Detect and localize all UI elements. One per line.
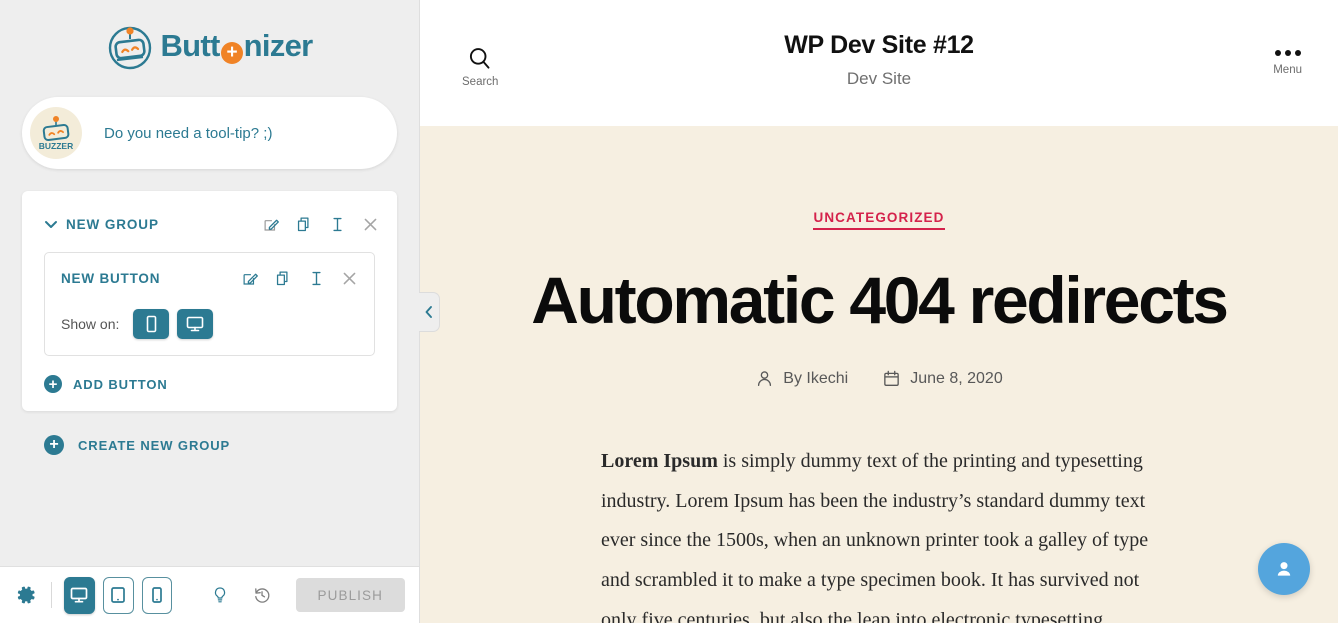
buzzer-robot-icon: BUZZER (39, 116, 73, 151)
show-on-row: Show on: (61, 309, 358, 339)
collapse-panel-handle[interactable] (419, 292, 440, 332)
person-icon (758, 371, 772, 387)
ellipsis-icon (1274, 50, 1301, 56)
edit-icon[interactable] (263, 216, 280, 233)
chevron-left-icon (425, 306, 432, 318)
post-body: Lorem Ipsum is simply dummy text of the … (601, 442, 1157, 623)
lightbulb-icon[interactable] (211, 584, 229, 606)
post-article: UNCATEGORIZED Automatic 404 redirects By… (420, 126, 1338, 623)
post-meta: By Ikechi June 8, 2020 (420, 369, 1338, 388)
editor-toolbar: PUBLISH (0, 566, 419, 623)
close-icon[interactable] (341, 270, 358, 287)
mobile-icon (146, 315, 157, 333)
mobile-icon (152, 587, 162, 603)
toolbar-device-mobile[interactable] (141, 576, 173, 614)
search-button[interactable]: Search (462, 45, 498, 88)
post-body-text: is simply dummy text of the printing and… (601, 450, 1149, 623)
menu-button[interactable]: Menu (1273, 50, 1302, 76)
buttonizer-wordmark: Butt + nizer (160, 27, 314, 64)
plus-icon: + (44, 375, 62, 393)
history-icon[interactable] (253, 584, 271, 606)
show-on-desktop-toggle[interactable] (177, 309, 214, 339)
add-button-action[interactable]: + ADD BUTTON (44, 375, 397, 393)
post-date: June 8, 2020 (882, 369, 1003, 388)
tablet-icon (111, 587, 126, 603)
assistant-tooltip-bar[interactable]: BUZZER Do you need a tool-tip? ;) (22, 97, 397, 169)
edit-icon[interactable] (242, 270, 259, 287)
group-title: NEW GROUP (66, 216, 159, 232)
editor-sidebar: Butt + nizer BUZZER Do you need a tool-tip… (0, 0, 420, 623)
post-title: Automatic 404 redirects (531, 263, 1229, 337)
post-author-label: By Ikechi (783, 369, 849, 387)
buzzer-avatar: BUZZER (30, 107, 82, 159)
button-card: NEW BUTTON Show on: (44, 252, 375, 356)
person-icon (1277, 562, 1291, 576)
site-preview: Search WP Dev Site #12 Dev Site Menu UNC… (420, 0, 1338, 623)
site-title[interactable]: WP Dev Site #12 (420, 31, 1338, 60)
group-header[interactable]: NEW GROUP (22, 191, 397, 239)
menu-label: Menu (1273, 64, 1302, 76)
post-body-lead: Lorem Ipsum (601, 450, 718, 473)
site-header: Search WP Dev Site #12 Dev Site Menu (420, 0, 1338, 126)
account-fab-button[interactable] (1258, 543, 1310, 595)
search-label: Search (462, 76, 499, 88)
plus-icon: + (220, 41, 243, 64)
gear-icon[interactable] (16, 582, 37, 608)
toolbar-device-tablet[interactable] (102, 576, 134, 614)
buzzer-name-label: BUZZER (39, 141, 73, 151)
desktop-icon (187, 316, 204, 332)
toolbar-divider (51, 582, 53, 608)
post-category-link[interactable]: UNCATEGORIZED (813, 210, 945, 230)
toolbar-device-desktop[interactable] (64, 576, 95, 614)
plus-icon: + (44, 435, 64, 455)
group-actions (263, 216, 379, 233)
brand-suffix: nizer (243, 27, 314, 63)
chevron-down-icon[interactable] (44, 217, 58, 231)
add-button-label: ADD BUTTON (73, 376, 168, 392)
duplicate-icon[interactable] (296, 216, 313, 233)
assistant-message: Do you need a tool-tip? ;) (104, 124, 273, 142)
create-new-group-label: CREATE NEW GROUP (78, 437, 231, 453)
buttonizer-editor: Butt + nizer BUZZER Do you need a tool-tip… (0, 0, 1338, 623)
button-actions (242, 270, 358, 287)
button-title: NEW BUTTON (61, 270, 161, 286)
buttonizer-logo: Butt + nizer (0, 0, 419, 93)
rename-icon[interactable] (329, 216, 346, 233)
site-branding: WP Dev Site #12 Dev Site (420, 0, 1338, 89)
duplicate-icon[interactable] (275, 270, 292, 287)
button-header[interactable]: NEW BUTTON (61, 267, 358, 289)
show-on-label: Show on: (61, 316, 120, 332)
publish-button[interactable]: PUBLISH (295, 578, 405, 612)
show-on-mobile-toggle[interactable] (133, 309, 170, 339)
post-date-label: June 8, 2020 (910, 369, 1003, 387)
search-icon (470, 48, 490, 69)
site-tagline: Dev Site (846, 69, 912, 88)
post-author: By Ikechi (755, 369, 848, 388)
create-new-group-action[interactable]: + CREATE NEW GROUP (44, 435, 419, 455)
rename-icon[interactable] (308, 270, 325, 287)
close-icon[interactable] (362, 216, 379, 233)
brand-prefix: Butt (160, 27, 220, 63)
group-card: NEW GROUP NEW BUTTON Show on: + ADD BUTT… (22, 191, 397, 411)
calendar-icon (884, 371, 900, 387)
buttonizer-robot-icon (109, 26, 152, 69)
desktop-icon (71, 587, 88, 603)
